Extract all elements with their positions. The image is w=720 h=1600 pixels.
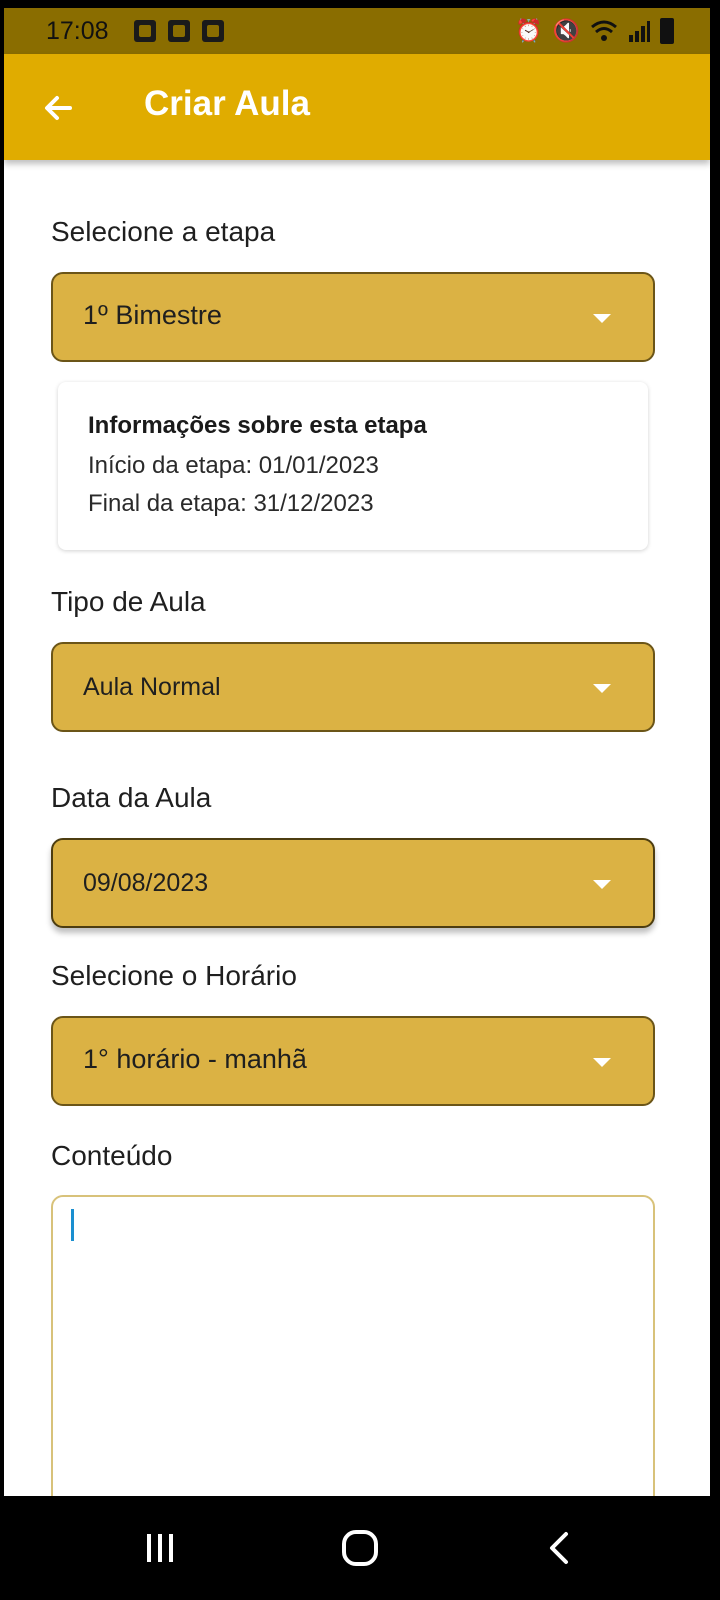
tipo-label: Tipo de Aula <box>51 586 206 617</box>
media-icon <box>168 20 190 42</box>
status-bar: 17:08 ⏰ 🔇 <box>4 8 710 54</box>
home-icon <box>342 1530 378 1566</box>
arrow-left-icon <box>45 96 72 120</box>
etapa-dropdown[interactable]: 1º Bimestre <box>51 272 655 362</box>
mute-icon: 🔇 <box>552 18 580 43</box>
data-value: 09/08/2023 <box>83 869 209 897</box>
horario-value: 1° horário - manhã <box>83 1044 307 1074</box>
signal-icon <box>629 21 650 42</box>
home-button[interactable] <box>330 1520 390 1576</box>
nav-bar <box>0 1496 720 1600</box>
page-title: Criar Aula <box>144 84 310 123</box>
app-frame: 17:08 ⏰ 🔇 Criar Aula Selecione a etapa 1… <box>4 8 710 1496</box>
conteudo-label: Conteúdo <box>51 1140 173 1171</box>
voicemail-icon <box>134 20 156 42</box>
recent-apps-icon <box>147 1534 173 1562</box>
screen: 17:08 ⏰ 🔇 Criar Aula Selecione a etapa 1… <box>0 0 720 1600</box>
etapa-end-date: Final da etapa: 31/12/2023 <box>88 490 374 517</box>
wifi-icon <box>591 20 617 41</box>
data-dropdown[interactable]: 09/08/2023 <box>51 838 655 928</box>
back-button[interactable] <box>34 84 82 132</box>
chevron-down-icon <box>593 880 611 889</box>
status-time: 17:08 <box>46 17 109 45</box>
nav-back-button[interactable] <box>530 1520 590 1576</box>
tipo-value: Aula Normal <box>83 673 221 701</box>
text-caret <box>71 1209 74 1241</box>
back-icon <box>550 1532 568 1564</box>
battery-icon <box>660 18 674 44</box>
etapa-start-date: Início da etapa: 01/01/2023 <box>88 452 379 479</box>
horario-dropdown[interactable]: 1° horário - manhã <box>51 1016 655 1106</box>
info-card-title: Informações sobre esta etapa <box>88 412 427 439</box>
recent-apps-button[interactable] <box>130 1520 190 1576</box>
app-bar: Criar Aula <box>4 54 710 160</box>
chevron-down-icon <box>593 314 611 323</box>
etapa-info-card: Informações sobre esta etapa Início da e… <box>58 382 648 550</box>
horario-label: Selecione o Horário <box>51 960 297 991</box>
notification-icons <box>134 20 224 42</box>
data-label: Data da Aula <box>51 782 212 813</box>
system-icons: ⏰ 🔇 <box>515 18 674 44</box>
etapa-label: Selecione a etapa <box>51 216 276 247</box>
etapa-value: 1º Bimestre <box>83 300 222 330</box>
chevron-down-icon <box>593 684 611 693</box>
storage-icon <box>202 20 224 42</box>
conteudo-textarea[interactable] <box>51 1195 655 1496</box>
tipo-dropdown[interactable]: Aula Normal <box>51 642 655 732</box>
alarm-icon: ⏰ <box>515 18 543 43</box>
chevron-down-icon <box>593 1058 611 1067</box>
